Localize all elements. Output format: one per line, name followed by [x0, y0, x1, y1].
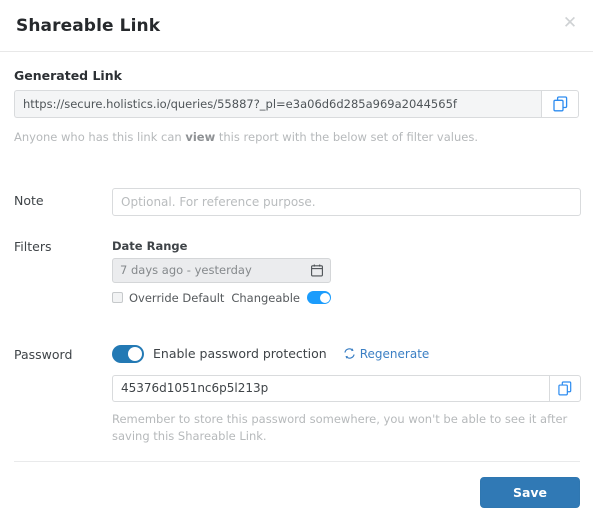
dialog-header: Shareable Link	[0, 0, 593, 52]
generated-link-input[interactable]: https://secure.holistics.io/queries/5588…	[14, 90, 541, 118]
toggle-knob	[128, 346, 142, 361]
generated-link-input-group: https://secure.holistics.io/queries/5588…	[14, 90, 579, 118]
filters-content: Date Range 7 days ago - yesterday Overri…	[112, 239, 579, 305]
regenerate-link[interactable]: Regenerate	[343, 346, 430, 361]
copy-password-button[interactable]	[549, 374, 581, 402]
note-input[interactable]	[112, 187, 581, 216]
filters-label: Filters	[14, 238, 52, 254]
date-range-value: 7 days ago - yesterday	[120, 263, 252, 278]
calendar-icon	[311, 264, 323, 277]
checkbox-box	[112, 292, 123, 304]
password-toggle-row: Enable password protection Regenerate	[112, 344, 581, 363]
refresh-icon	[343, 347, 360, 360]
generated-link-hint: Anyone who has this link can view this r…	[14, 129, 579, 146]
changeable-control: Changeable	[231, 291, 331, 305]
shareable-link-dialog: Shareable Link ✕ Generated Link https://…	[0, 0, 593, 523]
note-row: Note	[14, 187, 581, 216]
password-hint: Remember to store this password somewher…	[112, 411, 568, 443]
date-range-options: Override Default Changeable	[112, 291, 331, 305]
note-label: Note	[14, 192, 44, 208]
override-default-label: Override Default	[129, 290, 225, 305]
password-input[interactable]: 45376d1051nc6p5l213p	[112, 374, 549, 402]
regenerate-label: Regenerate	[359, 346, 430, 361]
hint-text-before: Anyone who has this link can	[14, 130, 186, 144]
copy-icon	[552, 96, 568, 112]
date-range-field[interactable]: 7 days ago - yesterday	[112, 257, 331, 283]
enable-password-toggle[interactable]	[112, 344, 144, 363]
dialog-body: Generated Link https://secure.holistics.…	[0, 52, 593, 445]
date-range-label: Date Range	[112, 238, 188, 253]
toggle-knob	[319, 292, 330, 303]
generated-link-label: Generated Link	[14, 68, 122, 83]
dialog-footer: Save	[0, 462, 593, 523]
hint-emphasis: view	[185, 130, 216, 144]
save-button[interactable]: Save	[480, 477, 580, 508]
changeable-label: Changeable	[231, 290, 300, 305]
override-default-checkbox[interactable]: Override Default	[112, 291, 224, 305]
copy-icon	[558, 381, 572, 396]
note-content	[112, 187, 581, 216]
password-label: Password	[14, 346, 73, 362]
generated-link-section: Generated Link https://secure.holistics.…	[14, 68, 579, 146]
enable-password-label: Enable password protection	[153, 346, 327, 362]
close-icon[interactable]: ✕	[559, 12, 581, 34]
password-input-group: 45376d1051nc6p5l213p	[112, 374, 581, 402]
hint-text-after: this report with the below set of filter…	[215, 130, 478, 144]
copy-link-button[interactable]	[541, 90, 579, 118]
changeable-toggle[interactable]	[307, 291, 331, 305]
password-content: Enable password protection Regenerate 45…	[112, 344, 581, 446]
password-row: Password Enable password protection Rege…	[14, 344, 581, 446]
filters-row: Filters Date Range 7 days ago - yesterda…	[14, 239, 579, 305]
dialog-title: Shareable Link	[16, 15, 161, 36]
